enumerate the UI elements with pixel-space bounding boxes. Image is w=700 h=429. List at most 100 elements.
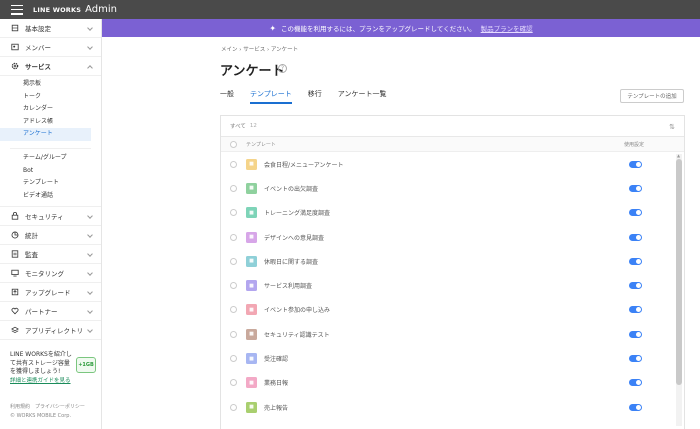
help-icon[interactable]: ? <box>278 64 287 73</box>
chevron-down-icon <box>87 289 93 296</box>
use-toggle[interactable] <box>629 233 642 241</box>
template-name[interactable]: イベントの出欠調査 <box>264 184 318 193</box>
tab-2[interactable]: 移行 <box>308 89 322 104</box>
monitor-icon <box>10 269 19 278</box>
row-checkbox[interactable] <box>230 355 237 363</box>
row-checkbox[interactable] <box>230 306 237 314</box>
table-row[interactable]: ■ イベントの出欠調査 <box>221 176 684 200</box>
table-row[interactable]: ■ 業務日報 <box>221 371 684 395</box>
sidebar-item-label: メンバー <box>25 44 51 52</box>
sidebar-item-service[interactable]: サービス <box>0 57 101 76</box>
table-row[interactable]: ■ セキュリティ認識テスト <box>221 322 684 346</box>
scrollbar[interactable]: ▲ <box>676 153 682 426</box>
use-toggle[interactable] <box>629 184 642 192</box>
table-row[interactable]: ■ イベント参加の申し込み <box>221 298 684 322</box>
sidebar-item-upgrade[interactable]: アップグレード <box>0 283 101 303</box>
use-toggle[interactable] <box>629 403 642 411</box>
column-header-use: 使用設定 <box>623 141 644 148</box>
use-toggle[interactable] <box>629 355 642 363</box>
row-checkbox[interactable] <box>230 282 237 290</box>
template-name[interactable]: 受注確認 <box>264 354 288 363</box>
template-name[interactable]: セキュリティ認識テスト <box>264 330 330 339</box>
promo-link[interactable]: 詳細と連携ガイドを見る <box>10 377 96 386</box>
sidebar-subitem[interactable]: アドレス帳 <box>0 116 101 129</box>
chevron-down-icon <box>87 270 93 277</box>
tab-0[interactable]: 一般 <box>220 89 234 104</box>
filter-bar: すべて 12 ⇅ <box>221 116 684 137</box>
table-row[interactable]: ■ 休暇日に関する調査 <box>221 249 684 273</box>
sidebar-item-members[interactable]: メンバー <box>0 38 101 57</box>
sidebar-subitem[interactable]: カレンダー <box>0 103 101 116</box>
sidebar-item-partner[interactable]: パートナー <box>0 302 101 322</box>
sidebar-subitem[interactable]: チーム/グループ <box>0 152 101 165</box>
row-checkbox[interactable] <box>230 233 237 241</box>
table-row[interactable]: ■ 受注確認 <box>221 346 684 370</box>
row-checkbox[interactable] <box>230 209 237 217</box>
use-toggle[interactable] <box>629 282 642 290</box>
sidebar-subitem[interactable]: Bot <box>0 165 101 178</box>
chevron-down-icon <box>87 25 93 31</box>
sidebar-subitem[interactable]: テンプレート <box>0 177 101 190</box>
table-row[interactable]: ■ 会食日程/メニューアンケート <box>221 152 684 176</box>
template-name[interactable]: イベント参加の申し込み <box>264 305 330 314</box>
sidebar-subitem[interactable]: アンケート <box>0 128 91 141</box>
template-icon: ■ <box>246 207 257 219</box>
table-row[interactable]: ■ 売上報告 <box>221 395 684 419</box>
sidebar-subitem[interactable]: ビデオ通話 <box>0 190 101 203</box>
template-name[interactable]: トレーニング満足度調査 <box>264 208 330 217</box>
scrollbar-thumb[interactable] <box>676 159 682 385</box>
row-checkbox[interactable] <box>230 257 237 265</box>
template-name[interactable]: 休暇日に関する調査 <box>264 257 318 266</box>
use-toggle[interactable] <box>629 160 642 168</box>
sidebar-item-label: 監査 <box>25 251 38 260</box>
template-icon: ■ <box>246 280 257 292</box>
footer-links[interactable]: 利用規約 プライバシーポリシー <box>10 403 85 412</box>
chevron-down-icon <box>87 327 93 334</box>
app-title: Admin <box>85 4 117 15</box>
sidebar-item-app-directory[interactable]: アプリディレクトリ <box>0 321 101 341</box>
row-checkbox[interactable] <box>230 403 237 411</box>
main-content: メイン › サービス › アンケート アンケート ? 一般 テンプレート 移行 アンケ… <box>102 37 700 429</box>
row-checkbox[interactable] <box>230 330 237 338</box>
scroll-up-icon[interactable]: ▲ <box>677 153 680 158</box>
chevron-down-icon <box>87 232 93 239</box>
sidebar-item-basic-settings[interactable]: 基本設定 <box>0 19 101 38</box>
gear-icon <box>10 62 19 71</box>
select-all-checkbox[interactable] <box>230 140 237 148</box>
use-toggle[interactable] <box>629 306 642 314</box>
template-name[interactable]: 業務日報 <box>264 378 288 387</box>
use-toggle[interactable] <box>629 209 642 217</box>
copyright: © WORKS MOBILE Corp. <box>10 413 72 419</box>
tab-3[interactable]: アンケート一覧 <box>338 89 387 104</box>
use-toggle[interactable] <box>629 330 642 338</box>
use-toggle[interactable] <box>629 379 642 387</box>
banner-plan-link[interactable]: 製品プランを確認 <box>481 23 533 33</box>
hamburger-menu-icon[interactable] <box>11 4 23 15</box>
sidebar-item-audit[interactable]: 監査 <box>0 245 101 265</box>
sidebar-item-security[interactable]: セキュリティ <box>0 207 101 227</box>
use-toggle[interactable] <box>629 257 642 265</box>
sidebar-item-label: 統計 <box>25 232 38 241</box>
template-name[interactable]: デザインへの意見調査 <box>264 233 324 242</box>
sidebar-subitem[interactable]: トーク <box>0 91 101 104</box>
filter-label[interactable]: すべて <box>230 122 246 130</box>
sort-icon[interactable]: ⇅ <box>669 123 675 131</box>
sidebar-subitem[interactable]: 掲示板 <box>0 78 101 91</box>
sidebar-item-label: サービス <box>25 63 51 71</box>
chevron-down-icon <box>87 308 93 315</box>
template-icon: ■ <box>246 255 257 267</box>
template-name[interactable]: 会食日程/メニューアンケート <box>264 160 344 169</box>
template-name[interactable]: 売上報告 <box>264 403 288 412</box>
table-row[interactable]: ■ トレーニング満足度調査 <box>221 201 684 225</box>
template-name[interactable]: サービス利用調査 <box>264 281 312 290</box>
row-checkbox[interactable] <box>230 184 237 192</box>
tab-1[interactable]: テンプレート <box>250 89 292 104</box>
sidebar-item-monitoring[interactable]: モニタリング <box>0 264 101 284</box>
table-row[interactable]: ■ サービス利用調査 <box>221 273 684 297</box>
add-template-button[interactable]: テンプレートの追加 <box>620 89 684 103</box>
row-checkbox[interactable] <box>230 160 237 168</box>
sidebar-item-statistics[interactable]: 統計 <box>0 226 101 246</box>
table-row[interactable]: ■ デザインへの意見調査 <box>221 225 684 249</box>
row-checkbox[interactable] <box>230 379 237 387</box>
storage-badge: +1GB <box>76 357 96 373</box>
